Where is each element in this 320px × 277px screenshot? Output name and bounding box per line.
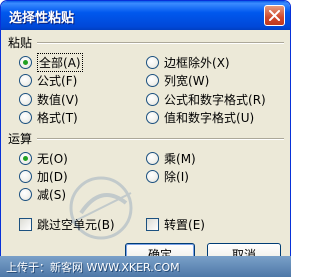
option-label: 格式(T): [37, 110, 78, 125]
option-label: 除(I): [164, 169, 189, 184]
paste-special-dialog: 选择性粘贴 粘贴 全部(A) 公式(F) 数值(V) 格式(T) 边框除外(X)…: [0, 0, 291, 277]
checkbox[interactable]: [19, 217, 32, 231]
option-label: 公式和数字格式(R): [164, 92, 266, 107]
option-label: 全部(A): [37, 52, 83, 72]
radio-paste-formulas[interactable]: 公式(F): [19, 71, 77, 89]
close-icon: [269, 10, 280, 21]
radio-button[interactable]: [19, 169, 32, 183]
option-label: 值和数字格式(U): [164, 110, 255, 125]
operation-section-label: 运算: [8, 132, 33, 146]
radio-paste-values-number-formats[interactable]: 值和数字格式(U): [146, 108, 254, 126]
option-label: 边框除外(X): [164, 55, 230, 70]
radio-paste-all[interactable]: 全部(A): [19, 52, 83, 72]
radio-button[interactable]: [146, 73, 159, 87]
radio-button[interactable]: [146, 55, 159, 69]
radio-button[interactable]: [19, 73, 32, 87]
option-label: 列宽(W): [164, 73, 210, 88]
option-label: 转置(E): [164, 217, 205, 232]
radio-paste-values[interactable]: 数值(V): [19, 90, 79, 108]
watermark-logo: [69, 176, 133, 240]
paste-section-label: 粘贴: [8, 36, 33, 50]
radio-operation-multiply[interactable]: 乘(M): [146, 149, 196, 167]
radio-paste-formats[interactable]: 格式(T): [19, 108, 78, 126]
option-label: 乘(M): [164, 151, 196, 166]
radio-button[interactable]: [146, 92, 159, 106]
option-label: 无(O): [37, 151, 68, 166]
paste-separator: [37, 42, 284, 44]
title-bar[interactable]: 选择性粘贴: [1, 1, 290, 30]
radio-paste-formulas-number-formats[interactable]: 公式和数字格式(R): [146, 90, 266, 108]
radio-button[interactable]: [146, 151, 159, 165]
footer-text: 上传于：新客网 WWW.XKER.COM: [6, 261, 180, 274]
radio-button[interactable]: [19, 55, 32, 69]
option-label: 公式(F): [37, 73, 78, 88]
radio-paste-column-widths[interactable]: 列宽(W): [146, 71, 209, 89]
radio-button[interactable]: [19, 151, 32, 165]
dialog-title: 选择性粘贴: [9, 11, 75, 26]
option-label: 数值(V): [37, 92, 79, 107]
radio-button[interactable]: [19, 110, 32, 124]
operation-separator: [37, 138, 284, 140]
radio-button[interactable]: [19, 187, 32, 201]
close-button[interactable]: [264, 5, 285, 26]
radio-button[interactable]: [146, 110, 159, 124]
radio-operation-none[interactable]: 无(O): [19, 149, 68, 167]
watermark-footer: 上传于：新客网 WWW.XKER.COM: [0, 256, 291, 277]
radio-button[interactable]: [19, 92, 32, 106]
radio-paste-all-except-borders[interactable]: 边框除外(X): [146, 53, 230, 71]
